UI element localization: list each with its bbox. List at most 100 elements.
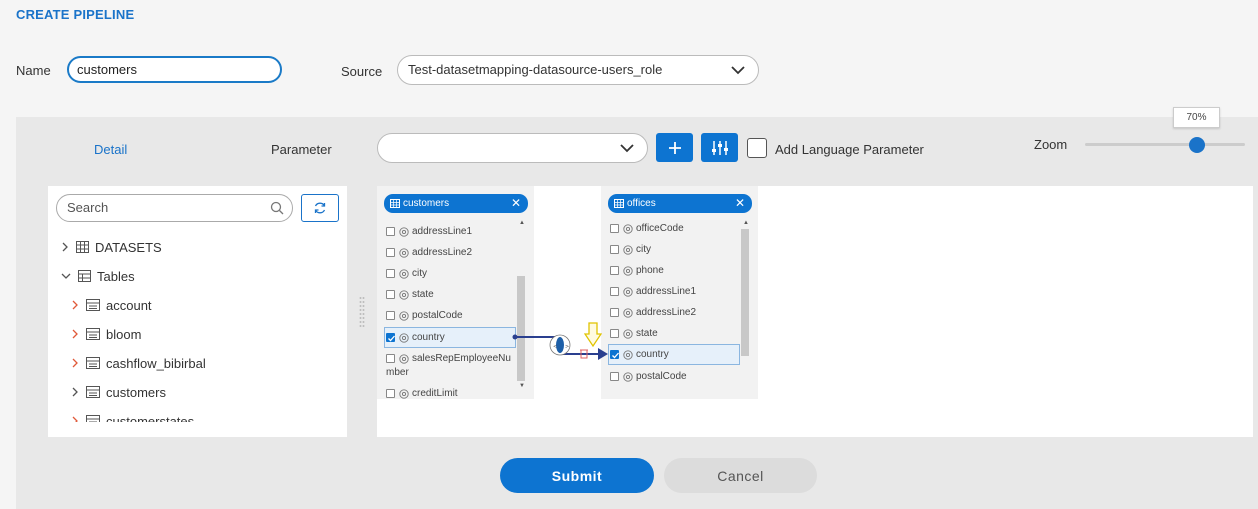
tree-node-label: customers (106, 384, 166, 400)
field-label: addressLine1 (412, 226, 473, 237)
field-row[interactable]: addressLine1 (386, 226, 472, 237)
tree-node-table[interactable]: account (70, 293, 152, 317)
field-label: mber (386, 367, 409, 378)
add-language-parameter-checkbox[interactable] (747, 138, 767, 158)
table-icon (86, 357, 100, 369)
field-checkbox[interactable] (386, 248, 395, 257)
tree-node-table[interactable]: bloom (70, 322, 141, 346)
source-select[interactable]: Test-datasetmapping-datasource-users_rol… (397, 55, 759, 85)
scroll-up-icon[interactable]: ▲ (519, 220, 525, 226)
scroll-up-icon[interactable]: ▲ (743, 220, 749, 226)
table-icon (390, 199, 400, 208)
refresh-button[interactable] (301, 194, 339, 222)
field-checkbox[interactable] (610, 266, 619, 275)
add-parameter-button[interactable] (656, 133, 693, 162)
table-icon (86, 415, 100, 422)
close-icon[interactable]: ✕ (511, 196, 521, 210)
refresh-icon (314, 202, 326, 214)
eye-icon (399, 353, 409, 364)
svg-text:>: > (565, 344, 569, 350)
zoom-tooltip: 70% (1173, 107, 1220, 128)
zoom-slider-thumb[interactable] (1189, 137, 1205, 153)
zoom-label: Zoom (1034, 137, 1068, 152)
field-label: country (636, 349, 669, 360)
field-checkbox[interactable] (386, 311, 395, 320)
scrollbar[interactable] (741, 229, 749, 356)
tree-node-datasets[interactable]: DATASETS (60, 235, 162, 259)
field-row[interactable]: country (610, 349, 669, 360)
eye-icon (623, 265, 633, 276)
field-row[interactable]: addressLine2 (610, 307, 696, 318)
field-checkbox[interactable] (386, 227, 395, 236)
eye-icon (623, 307, 633, 318)
submit-button[interactable]: Submit (500, 458, 654, 493)
eye-icon (623, 349, 633, 360)
tree-node-table[interactable]: customerstates (70, 409, 194, 422)
eye-icon (623, 371, 633, 382)
field-checkbox[interactable] (610, 308, 619, 317)
close-icon[interactable]: ✕ (735, 196, 745, 210)
tree-node-table[interactable]: cashflow_bibirbal (70, 351, 206, 375)
resize-handle[interactable] (359, 296, 365, 328)
field-row-wrap: mber (386, 367, 409, 378)
chevron-right-icon (72, 416, 78, 422)
field-label: phone (636, 265, 664, 276)
table-header-customers[interactable]: customers ✕ (384, 194, 528, 213)
field-row[interactable]: creditLimit (386, 388, 458, 399)
table-header-label: customers (403, 198, 450, 209)
field-checkbox[interactable] (610, 224, 619, 233)
eye-icon (399, 289, 409, 300)
eye-icon (399, 226, 409, 237)
field-row[interactable]: addressLine1 (610, 286, 696, 297)
tree-node-label: account (106, 297, 152, 313)
table-icon (86, 299, 100, 311)
tree-node-table[interactable]: customers (70, 380, 166, 404)
chevron-right-icon (72, 329, 78, 339)
table-icon (614, 199, 624, 208)
field-checkbox[interactable] (610, 287, 619, 296)
field-row[interactable]: city (610, 244, 651, 255)
field-checkbox[interactable] (386, 389, 395, 398)
source-select-value: Test-datasetmapping-datasource-users_rol… (408, 62, 663, 77)
table-header-label: offices (627, 198, 656, 209)
field-row[interactable]: state (610, 328, 658, 339)
field-checkbox[interactable] (386, 333, 395, 342)
field-row[interactable]: officeCode (610, 223, 684, 234)
field-label: officeCode (636, 223, 684, 234)
field-checkbox[interactable] (386, 269, 395, 278)
field-checkbox[interactable] (386, 290, 395, 299)
field-checkbox[interactable] (610, 372, 619, 381)
tree-node-tables[interactable]: Tables (60, 264, 135, 288)
name-input[interactable] (67, 56, 282, 83)
field-row[interactable]: state (386, 289, 434, 300)
page-title: CREATE PIPELINE (16, 7, 135, 22)
field-label: state (636, 328, 658, 339)
table-header-offices[interactable]: offices ✕ (608, 194, 752, 213)
field-row[interactable]: salesRepEmployeeNu (386, 353, 511, 364)
field-checkbox[interactable] (386, 354, 395, 363)
eye-icon (399, 332, 409, 343)
field-checkbox[interactable] (610, 245, 619, 254)
field-row[interactable]: country (386, 332, 445, 343)
field-row[interactable]: postalCode (610, 371, 687, 382)
scroll-down-icon[interactable]: ▼ (519, 383, 525, 389)
search-input[interactable]: Search (56, 194, 293, 222)
eye-icon (399, 247, 409, 258)
tree-node-label: cashflow_bibirbal (106, 355, 206, 371)
tab-detail[interactable]: Detail (94, 142, 127, 157)
field-row[interactable]: city (386, 268, 427, 279)
search-icon (270, 201, 284, 215)
field-label: addressLine2 (636, 307, 697, 318)
field-row[interactable]: postalCode (386, 310, 463, 321)
chevron-right-icon (72, 300, 78, 310)
parameter-settings-button[interactable] (701, 133, 738, 162)
field-row[interactable]: phone (610, 265, 664, 276)
parameter-select[interactable] (377, 133, 648, 163)
name-label: Name (16, 63, 51, 78)
eye-icon (623, 286, 633, 297)
field-label: addressLine2 (412, 247, 473, 258)
zoom-slider-track[interactable] (1085, 143, 1245, 146)
field-row[interactable]: addressLine2 (386, 247, 472, 258)
cancel-button[interactable]: Cancel (664, 458, 817, 493)
eye-icon (623, 223, 633, 234)
